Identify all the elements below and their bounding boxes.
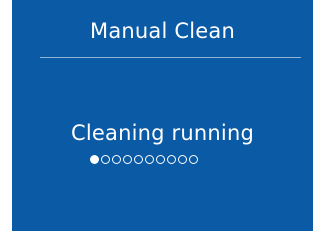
progress-dot-empty	[101, 154, 110, 164]
progress-dot-empty	[112, 154, 121, 164]
progress-dot-empty	[189, 154, 198, 164]
manual-clean-screen: Manual Clean Cleaning running	[12, 0, 313, 231]
progress-dot-empty	[123, 154, 132, 164]
progress-dot-filled	[90, 154, 99, 164]
progress-dot-empty	[167, 154, 176, 164]
progress-dot-empty	[156, 154, 165, 164]
cleaning-progress-indicator	[90, 153, 260, 165]
progress-dot-empty	[145, 154, 154, 164]
title-divider	[40, 57, 301, 58]
screen-title: Manual Clean	[90, 19, 235, 43]
progress-dot-empty	[178, 154, 187, 164]
progress-dot-empty	[134, 154, 143, 164]
cleaning-status-text: Cleaning running	[71, 121, 254, 145]
